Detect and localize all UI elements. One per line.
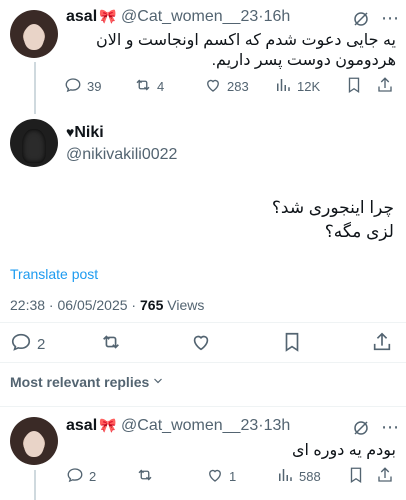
tweet-text-line: چرا اینجوری شد؟ xyxy=(271,198,394,217)
tweet-timestamp: 22:38 · 06/05/2025 · 765 Views xyxy=(10,297,204,313)
share-button[interactable] xyxy=(376,466,394,487)
more-options-icon[interactable]: ⋯ xyxy=(381,417,399,438)
bookmark-icon xyxy=(281,331,303,356)
share-icon xyxy=(376,466,394,487)
reply-button[interactable]: 2 xyxy=(10,331,45,357)
views-label: Views xyxy=(163,297,205,313)
views-button[interactable]: 588 xyxy=(276,466,321,487)
retweet-button[interactable]: 4 xyxy=(134,76,164,97)
tweet-text: چرا اینجوری شد؟ لزی مگه؟ xyxy=(20,196,394,244)
grok-icon[interactable] xyxy=(352,419,370,442)
bookmark-button[interactable] xyxy=(281,331,303,356)
retweet-icon xyxy=(134,76,152,97)
reply-count: 2 xyxy=(89,469,97,484)
retweet-button[interactable] xyxy=(100,331,122,356)
like-count: 283 xyxy=(227,79,249,94)
avatar[interactable] xyxy=(10,119,58,167)
heart-icon xyxy=(204,76,222,97)
author-handle[interactable]: @Cat_women__23 xyxy=(121,417,258,434)
like-button[interactable]: 1 xyxy=(206,466,236,487)
author-handle[interactable]: @Cat_women__23 xyxy=(121,8,258,25)
tweet-text: یه جایی دعوت شدم که اکسم اونجاست و الان … xyxy=(95,32,396,69)
bookmark-icon xyxy=(345,76,363,97)
tweet-header: asal 🎀 @Cat_women__23·13h xyxy=(66,417,290,435)
author-name[interactable]: asal xyxy=(66,417,97,434)
share-icon xyxy=(371,331,393,356)
chevron-down-icon xyxy=(152,374,164,390)
views-icon xyxy=(274,76,292,97)
grok-icon[interactable] xyxy=(352,10,370,33)
bookmark-button[interactable] xyxy=(347,466,365,487)
heart-icon xyxy=(190,331,212,356)
post-time[interactable]: 16h xyxy=(264,8,291,25)
avatar[interactable] xyxy=(10,10,58,58)
views-button[interactable]: 12K xyxy=(274,76,320,97)
timestamp-text[interactable]: 22:38 · 06/05/2025 · xyxy=(10,297,140,313)
bookmark-button[interactable] xyxy=(345,76,363,97)
tweet-text-line: لزی مگه؟ xyxy=(324,222,394,241)
author-name[interactable]: Niki xyxy=(74,124,103,141)
post-time[interactable]: 13h xyxy=(264,417,291,434)
reply-count: 39 xyxy=(87,79,102,94)
thread-line xyxy=(34,470,36,500)
tweet-text: بودم یه دوره ای xyxy=(291,442,396,459)
bookmark-icon xyxy=(347,466,365,487)
retweet-icon xyxy=(136,466,154,487)
like-button[interactable]: 283 xyxy=(204,76,249,97)
reply-icon xyxy=(66,466,84,487)
like-count: 1 xyxy=(229,469,237,484)
retweet-icon xyxy=(100,331,122,356)
views-count: 12K xyxy=(297,79,321,94)
reply-icon xyxy=(10,331,32,357)
views-icon xyxy=(276,466,294,487)
share-icon xyxy=(376,76,394,97)
bow-emoji: 🎀 xyxy=(99,417,117,433)
replies-sort-dropdown[interactable]: Most relevant replies xyxy=(10,374,164,390)
views-count: 588 xyxy=(299,469,321,484)
share-button[interactable] xyxy=(376,76,394,97)
views-count: 765 xyxy=(140,297,164,313)
author-name-row: ♥Niki xyxy=(66,124,104,142)
bow-emoji: 🎀 xyxy=(99,8,117,24)
share-button[interactable] xyxy=(371,331,393,356)
author-name[interactable]: asal xyxy=(66,8,97,25)
reply-button[interactable]: 2 xyxy=(66,466,96,487)
retweet-count: 4 xyxy=(157,79,165,94)
author-handle[interactable]: @nikivakili0022 xyxy=(66,146,177,164)
reply-count: 2 xyxy=(37,335,46,353)
like-button[interactable] xyxy=(190,331,212,356)
replies-sort-label: Most relevant replies xyxy=(10,374,150,390)
retweet-button[interactable] xyxy=(136,466,154,487)
more-options-icon[interactable]: ⋯ xyxy=(381,8,399,29)
tweet-header: asal 🎀 @Cat_women__23·16h xyxy=(66,8,290,26)
reply-button[interactable]: 39 xyxy=(64,76,101,97)
thread-line xyxy=(34,62,36,114)
translate-link[interactable]: Translate post xyxy=(10,266,98,282)
divider xyxy=(0,406,406,407)
reply-icon xyxy=(64,76,82,97)
divider xyxy=(0,322,406,323)
divider xyxy=(0,362,406,363)
heart-icon xyxy=(206,466,224,487)
avatar[interactable] xyxy=(10,417,58,465)
